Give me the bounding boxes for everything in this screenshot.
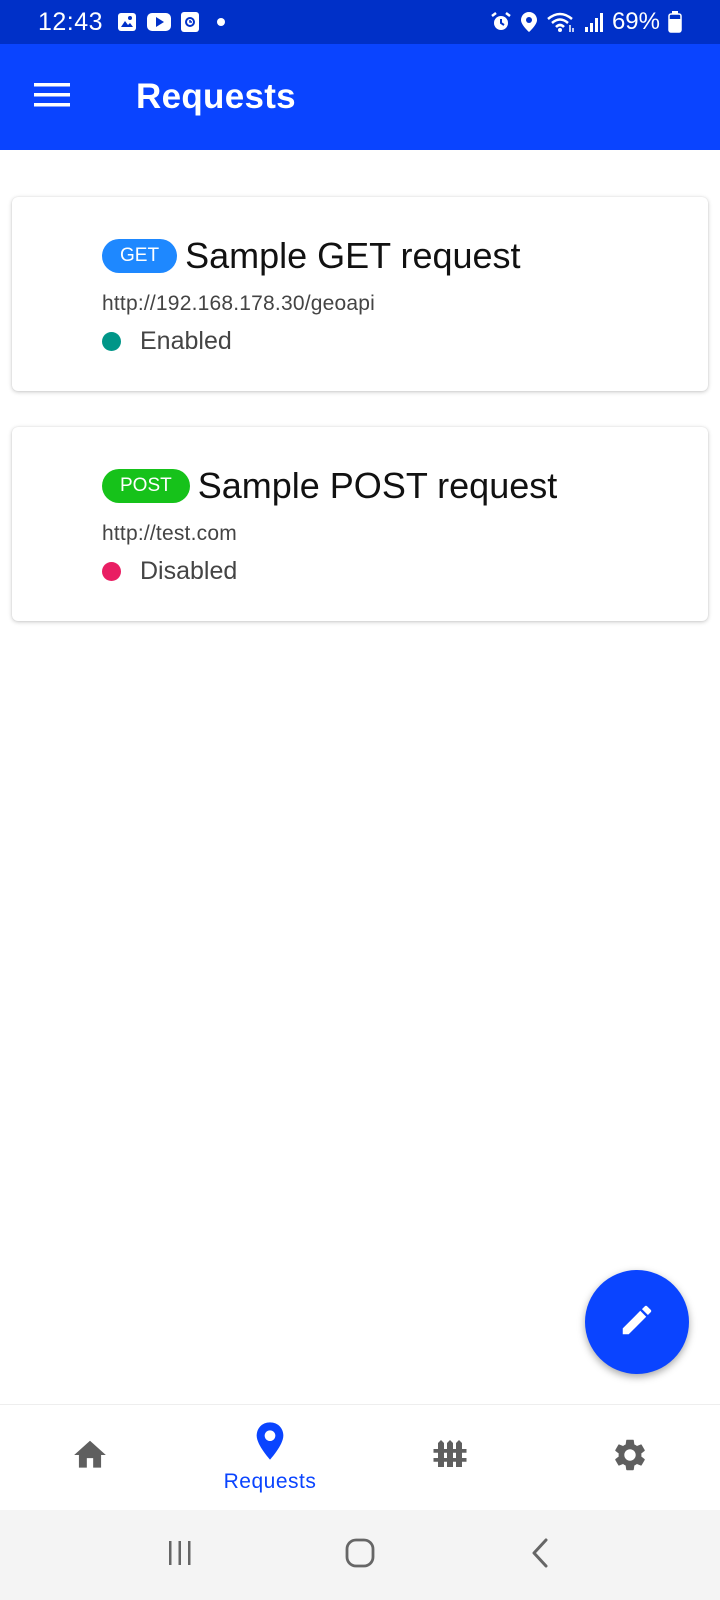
request-status: Disabled (102, 557, 237, 586)
status-system-icons: 69% (490, 8, 682, 36)
edit-fab-button[interactable] (585, 1270, 689, 1374)
status-text: Enabled (140, 327, 232, 355)
method-badge: GET (102, 239, 178, 273)
system-navigation-bar (0, 1510, 720, 1600)
dot-icon (209, 17, 227, 27)
home-system-button[interactable] (330, 1525, 390, 1585)
battery-icon (668, 11, 682, 33)
request-card-header: POST Sample POST request (102, 465, 557, 507)
status-bar: 12:43 69% (0, 0, 720, 44)
menu-button[interactable] (0, 44, 104, 150)
request-url: http://192.168.178.30/geoapi (102, 292, 376, 315)
method-badge: POST (102, 469, 190, 503)
nav-item-settings[interactable] (540, 1405, 720, 1510)
location-pin-icon (254, 1421, 286, 1466)
nav-item-requests[interactable]: Requests (180, 1405, 360, 1510)
nav-item-home[interactable] (0, 1405, 180, 1510)
request-status: Enabled (102, 327, 232, 356)
request-card-post[interactable]: POST Sample POST request http://test.com… (12, 427, 708, 621)
gallery-icon (117, 12, 137, 32)
recents-button[interactable] (150, 1525, 210, 1585)
bottom-navigation: Requests (0, 1404, 720, 1510)
signal-icon (584, 11, 604, 33)
request-card-get[interactable]: GET Sample GET request http://192.168.17… (12, 197, 708, 391)
status-text: Disabled (140, 557, 238, 585)
status-dot (102, 562, 121, 581)
request-card-header: GET Sample GET request (102, 235, 521, 277)
home-circle-icon (344, 1537, 376, 1574)
edit-icon (618, 1301, 656, 1344)
recents-icon (165, 1538, 195, 1573)
request-url: http://test.com (102, 522, 237, 545)
app-bar: Requests (0, 44, 720, 150)
back-button[interactable] (510, 1525, 570, 1585)
youtube-icon (147, 13, 172, 31)
status-time: 12:43 (38, 7, 104, 36)
battery-percent: 69% (611, 8, 660, 35)
back-icon (527, 1537, 553, 1574)
menu-icon (33, 81, 71, 114)
screen-record-icon (181, 12, 200, 32)
nav-label-requests: Requests (223, 1470, 317, 1493)
status-dot (102, 332, 121, 351)
wifi-icon (546, 11, 576, 33)
home-icon (70, 1436, 110, 1479)
page-title: Requests (136, 77, 296, 116)
fence-icon (431, 1437, 469, 1478)
location-icon (520, 11, 538, 33)
request-title: Sample POST request (197, 465, 558, 506)
alarm-icon (490, 11, 512, 33)
request-title: Sample GET request (185, 235, 521, 276)
gear-icon (611, 1436, 649, 1479)
status-notification-icons (117, 12, 227, 32)
nav-item-geofence[interactable] (360, 1405, 540, 1510)
